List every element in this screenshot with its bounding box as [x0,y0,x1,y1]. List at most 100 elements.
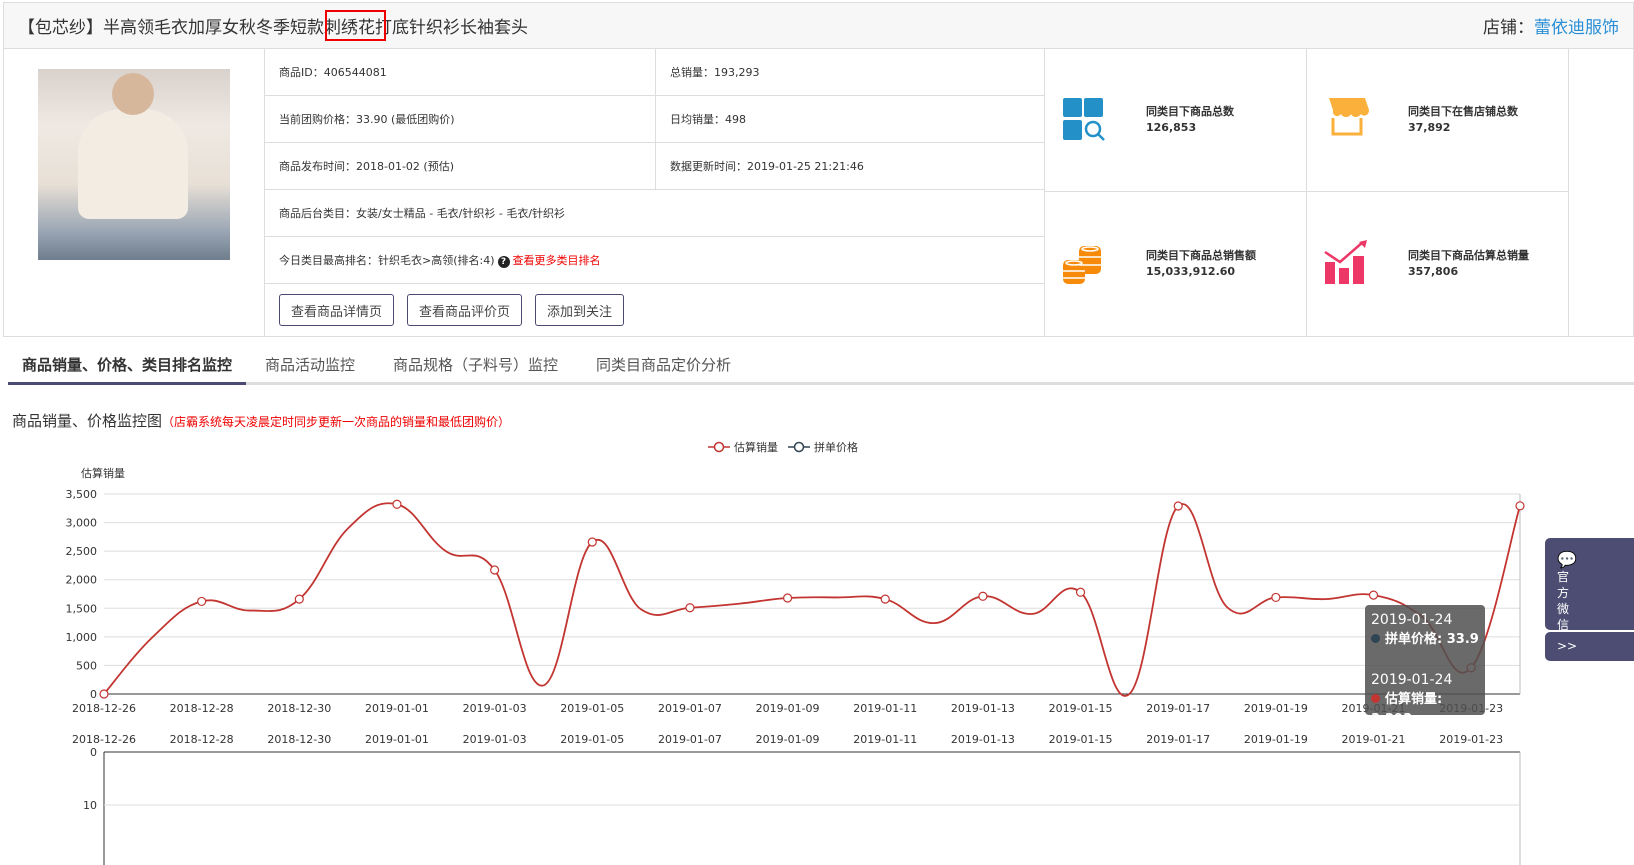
sales-point [197,596,207,607]
chart-note: （店霸系统每天凌晨定时同步更新一次商品的销量和最低团购价） [162,415,511,429]
tab-pricing-analysis[interactable]: 同类目商品定价分析 [577,345,750,385]
wechat-side-button[interactable]: 💬 官方微信 [1545,538,1634,632]
tooltip-date: 2019-01-24 [1371,612,1453,628]
expand-side-button[interactable]: >> [1545,632,1634,661]
sales-point [782,593,793,603]
stat-sales-volume: 同类目下商品估算总销量 357,806 [1307,192,1569,336]
y-axis-label: 估算销量 [81,466,125,480]
sales-point [978,591,988,601]
tab-activity[interactable]: 商品活动监控 [246,345,374,385]
view-reviews-button[interactable]: 查看商品评价页 [407,294,523,326]
legend-sales-label: 估算销量 [734,441,778,454]
current-price: 当前团购价格：33.90 (最低团购价) [265,96,656,142]
add-follow-button[interactable]: 添加到关注 [535,294,625,326]
x-tick-label: 2019-01-23 [1439,733,1503,746]
product-title: 【包芯纱】半高领毛衣加厚女秋冬季短款刺绣花打底针织衫长袖套头 [18,18,528,38]
stat-value: 357,806 [1408,265,1459,278]
y-tick-label: 0 [90,688,97,701]
y-tick-label: 1,500 [66,602,98,615]
x-tick-label: 2019-01-01 [365,733,429,746]
stat-label: 同类目下在售店铺总数 [1408,105,1518,118]
rank-row: 今日类目最高排名：针织毛衣>高领(排名:4)? 查看更多类目排名 [265,252,601,268]
x-tick-label: 2019-01-21 [1342,733,1406,746]
x-tick-label: 2019-01-01 [365,702,429,715]
update-time: 数据更新时间：2019-01-25 21:21:46 [670,160,864,173]
legend-price-label: 拼单价格 [814,441,858,454]
x-tick-label: 2018-12-28 [170,733,234,746]
x-tick-label: 2019-01-03 [463,702,527,715]
x-tick-label: 2018-12-26 [72,733,136,746]
sales-line [103,502,1521,697]
y-tick-label: 500 [76,659,97,672]
y-tick-label: 3,000 [66,517,98,530]
total-sales: 总销量：193,293 [670,66,760,79]
x-tick-label: 2019-01-13 [951,733,1015,746]
x-tick-label: 2019-01-11 [853,733,917,746]
stat-value: 37,892 [1408,121,1451,134]
monitor-tabs: 商品销量、价格、类目排名监控 商品活动监控 商品规格（子料号）监控 同类目商品定… [8,345,1634,385]
tooltip-sales: 估算销量: 3,293 [1371,692,1443,727]
x-tick-label: 2019-01-15 [1049,733,1113,746]
x-tick-label: 2019-01-07 [658,702,722,715]
trend-chart-icon [1324,240,1367,284]
sales-point [294,594,304,604]
x-tick-label: 2019-01-09 [756,702,820,715]
grid-search-icon [1063,98,1105,141]
sales-point [587,537,597,547]
sales-point [1368,590,1379,600]
y-tick-label: 10 [83,799,97,812]
sales-point [1271,592,1281,603]
view-detail-button[interactable]: 查看商品详情页 [279,294,395,326]
y-tick-label: 0 [90,746,97,759]
y-tick-label: 3,500 [66,488,98,501]
sales-point [685,603,695,613]
tooltip-date: 2019-01-24 [1371,672,1453,688]
chart-legend: 估算销量 拼单价格 [708,439,858,455]
x-tick-label: 2019-01-15 [1049,702,1113,715]
product-image[interactable] [38,69,230,260]
coins-icon [1063,246,1101,284]
x-tick-label: 2019-01-03 [463,733,527,746]
stat-sales-amount: 同类目下商品总销售额 15,033,912.60 [1045,192,1307,336]
category-rank: 今日类目最高排名：针织毛衣>高领(排名:4) [279,254,495,267]
tab-sales-price-rank[interactable]: 商品销量、价格、类目排名监控 [8,345,247,385]
legend-sales-icon [708,441,730,453]
stat-product-count: 同类目下商品总数 126,853 [1045,49,1307,192]
product-id: 商品ID：406544081 [265,49,656,95]
x-tick-label: 2019-01-13 [951,702,1015,715]
publish-time: 商品发布时间：2018-01-02 (预估) [265,143,656,189]
x-tick-label: 2018-12-30 [267,702,331,715]
x-tick-label: 2019-01-19 [1244,733,1308,746]
shop-label: 店铺： [1483,18,1534,38]
daily-sales: 日均销量：498 [670,113,746,126]
sales-point [99,689,109,699]
x-tick-label: 2018-12-26 [72,702,136,715]
product-info-panel: 商品ID：406544081 总销量：193,293 当前团购价格：33.90 (… [3,49,1634,337]
sales-point [1515,501,1525,511]
x-tick-label: 2019-01-09 [756,733,820,746]
chart-title: 商品销量、价格监控图（店霸系统每天凌晨定时同步更新一次商品的销量和最低团购价） [12,410,510,431]
more-rank-link[interactable]: 查看更多类目排名 [513,254,601,267]
sales-point [1173,501,1183,511]
product-header: 【包芯纱】半高领毛衣加厚女秋冬季短款刺绣花打底针织衫长袖套头 店铺：蕾依迪服饰 [3,2,1634,49]
stat-label: 同类目下商品总销售额 [1146,249,1256,262]
legend-price[interactable]: 拼单价格 [788,439,858,455]
sales-point [490,565,500,575]
x-tick-label: 2019-01-05 [560,702,624,715]
y-tick-label: 1,000 [66,631,98,644]
tooltip-price: 拼单价格: 33.9 [1385,632,1479,647]
shop-link[interactable]: 蕾依迪服饰 [1534,18,1619,38]
x-tick-label: 2019-01-19 [1244,702,1308,715]
tab-sku[interactable]: 商品规格（子料号）监控 [374,345,577,385]
help-icon[interactable]: ? [497,256,510,268]
shop-info: 店铺：蕾依迪服饰 [1483,13,1619,38]
legend-sales[interactable]: 估算销量 [708,439,778,455]
legend-price-icon [788,441,810,453]
wechat-icon: 💬 [1557,550,1577,569]
sales-point [880,594,890,604]
x-tick-label: 2019-01-17 [1146,702,1210,715]
stat-value: 15,033,912.60 [1146,265,1236,278]
category-stats: 同类目下商品总数 126,853 同类目下在售店铺总数 37,892 同类目下商品总… [1045,49,1569,336]
sales-point [1075,587,1086,597]
y-tick-label: 2,500 [66,545,98,558]
